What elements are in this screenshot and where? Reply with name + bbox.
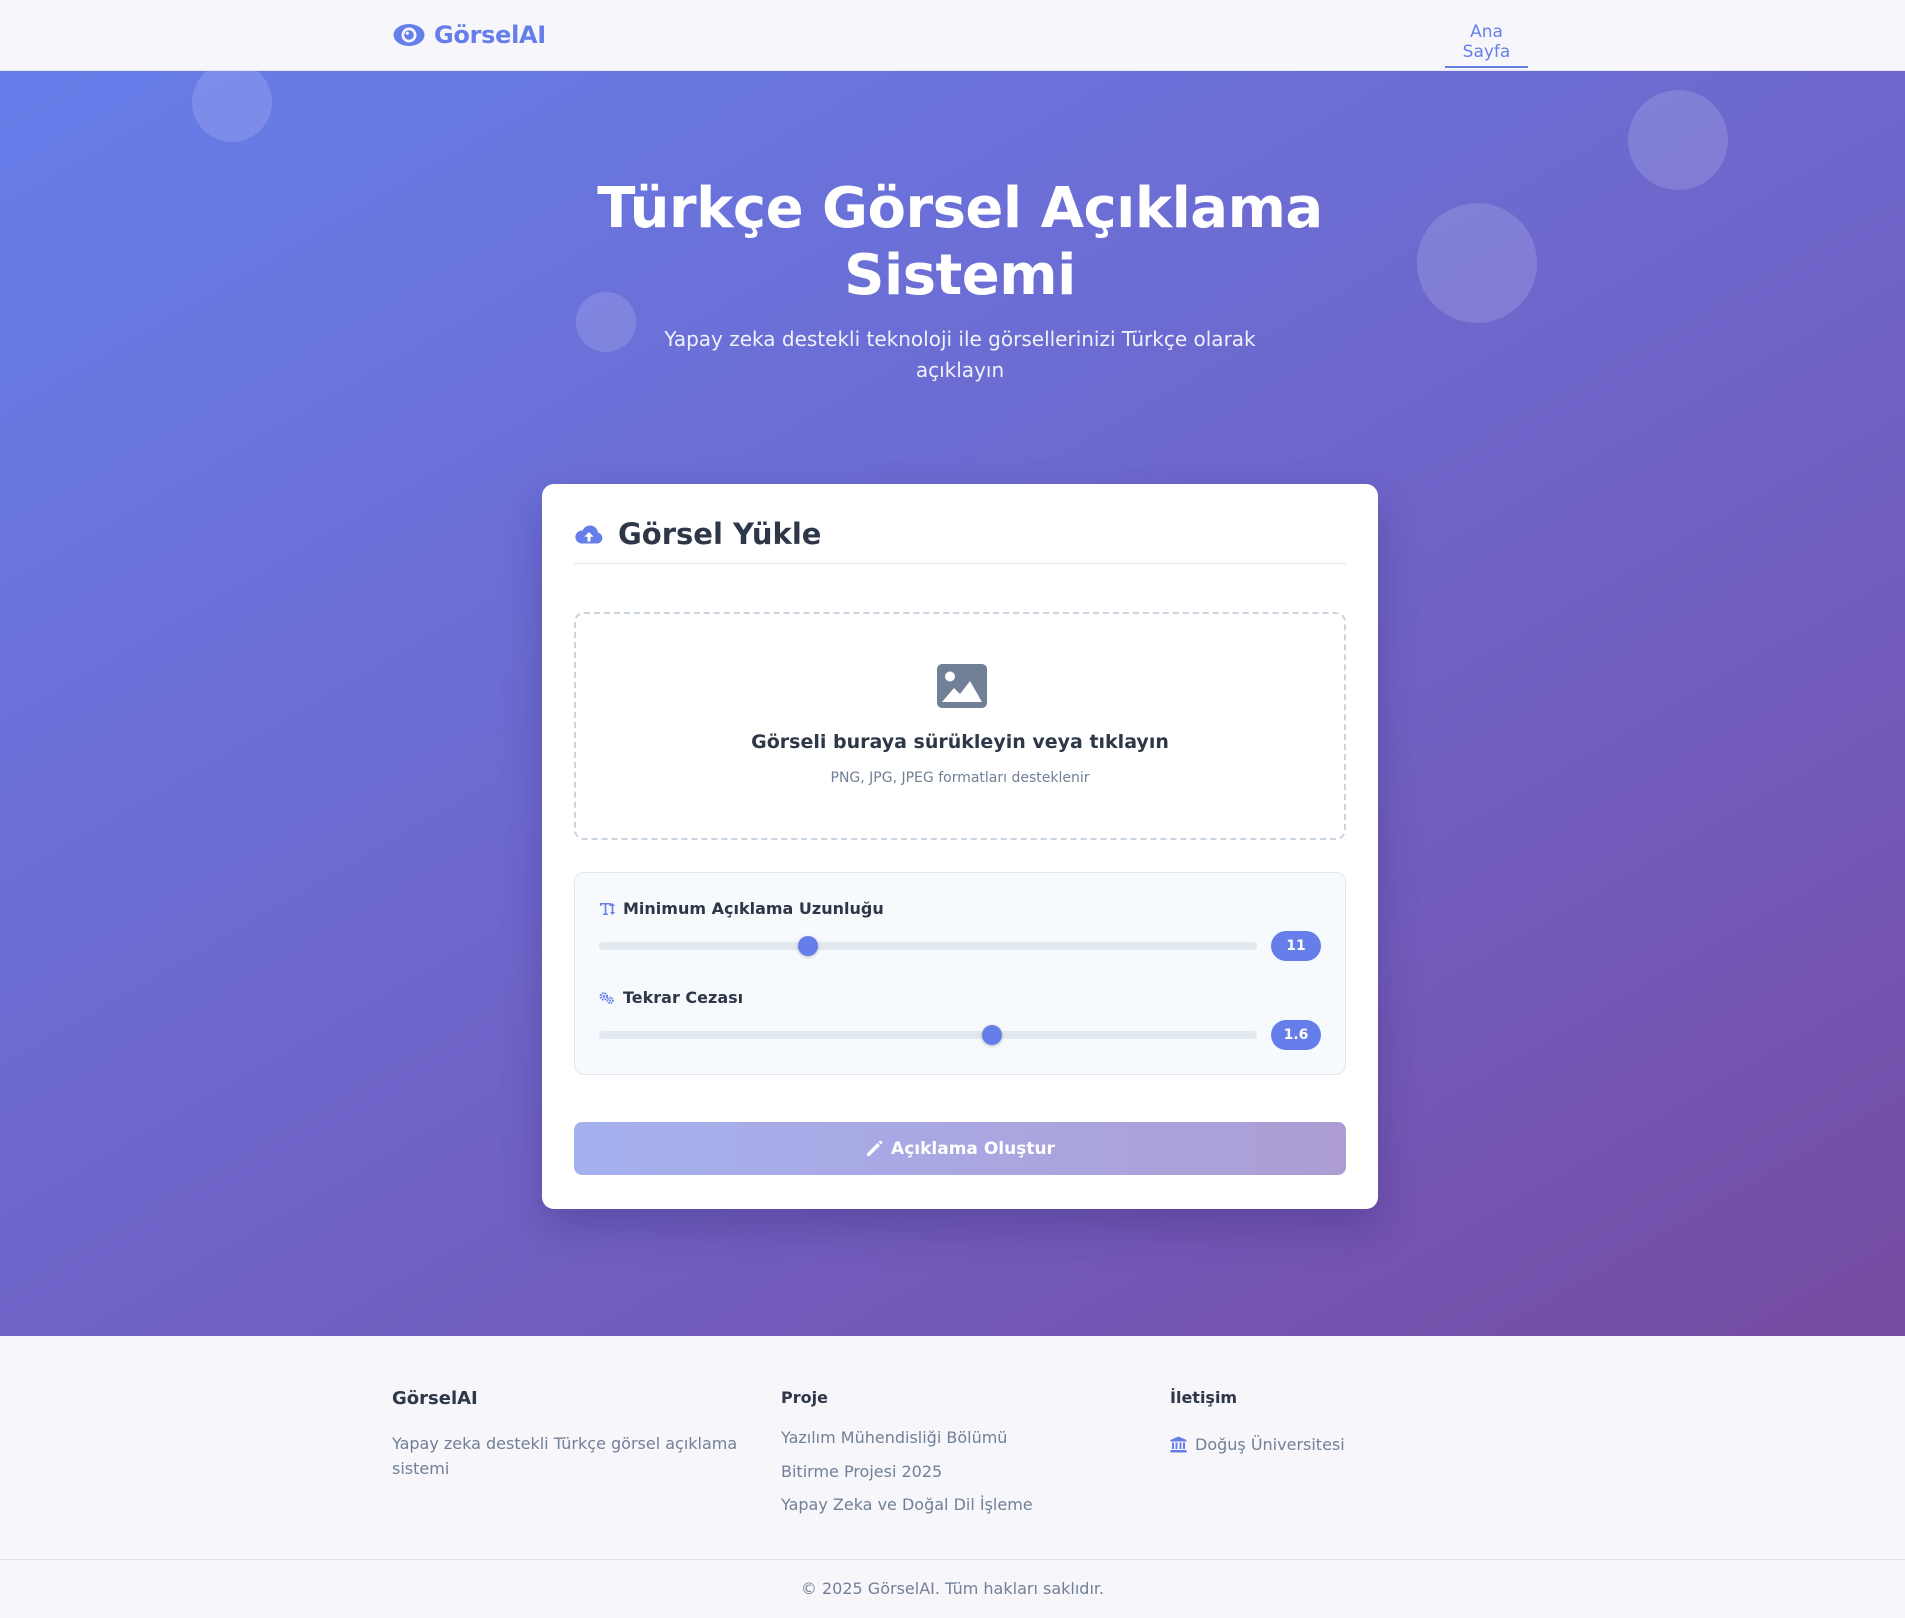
university-icon — [1170, 1436, 1187, 1453]
footer-project-column: Proje Yazılım Mühendisliği Bölümü Bitirm… — [781, 1388, 1121, 1529]
hero-section: Türkçe Görsel Açıklama Sistemi Yapay zek… — [0, 71, 1905, 1336]
hero-subtitle: Yapay zeka destekli teknoloji ile görsel… — [664, 327, 1256, 382]
repeat-penalty-value: 1.6 — [1271, 1020, 1321, 1050]
footer-contact-heading: İletişim — [1170, 1388, 1238, 1407]
generate-description-button[interactable]: Açıklama Oluştur — [574, 1122, 1346, 1175]
decorative-bubble — [1628, 90, 1728, 190]
footer-project-item: Yapay Zeka ve Doğal Dil İşleme — [781, 1495, 1033, 1514]
footer-copyright: © 2025 GörselAI. Tüm hakları saklıdır. — [0, 1559, 1905, 1618]
setting-label-text: Tekrar Cezası — [623, 988, 744, 1007]
decorative-bubble — [192, 71, 272, 142]
brand-name: GörselAI — [434, 21, 546, 49]
footer-project-item: Yazılım Mühendisliği Bölümü — [781, 1428, 1008, 1447]
card-header: Görsel Yükle — [574, 514, 1346, 564]
footer-brand-heading: GörselAI — [392, 1388, 478, 1409]
pencil-icon — [867, 1140, 883, 1156]
slider-thumb[interactable] — [798, 936, 819, 956]
hero-title: Türkçe Görsel Açıklama Sistemi — [597, 176, 1323, 308]
upload-card: Görsel Yükle Görseli buraya sürükleyin v… — [542, 484, 1378, 1209]
brand-logo[interactable]: GörselAI — [392, 18, 546, 52]
cogs-icon — [599, 991, 614, 1004]
eye-icon — [393, 24, 425, 46]
text-height-icon — [600, 902, 615, 915]
nav-link-home[interactable]: Ana Sayfa — [1445, 22, 1528, 68]
footer-contact-column: İletişim Doğuş Üniversitesi — [1170, 1388, 1510, 1462]
cloud-upload-icon — [575, 525, 603, 544]
footer-university-name: Doğuş Üniversitesi — [1195, 1434, 1345, 1454]
decorative-bubble — [1417, 203, 1537, 323]
footer-brand-column: GörselAI Yapay zeka destekli Türkçe görs… — [392, 1388, 752, 1481]
repeat-penalty-slider[interactable] — [599, 1025, 1257, 1045]
navbar: GörselAI Ana Sayfa — [0, 0, 1905, 71]
dropzone-hint: PNG, JPG, JPEG formatları desteklenir — [830, 770, 1090, 786]
min-length-slider[interactable] — [599, 936, 1257, 956]
footer-project-item: Bitirme Projesi 2025 — [781, 1461, 943, 1481]
dropzone-text: Görseli buraya sürükleyin veya tıklayın — [751, 731, 1169, 753]
image-icon — [937, 664, 987, 708]
footer-contact-list: Doğuş Üniversitesi — [1170, 1428, 1510, 1462]
footer-brand-description: Yapay zeka destekli Türkçe görsel açıkla… — [392, 1434, 738, 1478]
setting-label-text: Minimum Açıklama Uzunluğu — [623, 899, 884, 918]
settings-panel: Minimum Açıklama Uzunluğu 11 Tekrar Ceza… — [574, 872, 1346, 1075]
slider-thumb[interactable] — [981, 1025, 1002, 1045]
image-dropzone[interactable]: Görseli buraya sürükleyin veya tıklayın … — [574, 612, 1346, 840]
generate-button-label: Açıklama Oluştur — [891, 1138, 1055, 1159]
footer: GörselAI Yapay zeka destekli Türkçe görs… — [0, 1336, 1905, 1618]
setting-label-min-length: Minimum Açıklama Uzunluğu — [599, 899, 884, 918]
min-length-value: 11 — [1271, 931, 1321, 961]
footer-project-heading: Proje — [781, 1388, 828, 1407]
footer-project-list: Yazılım Mühendisliği Bölümü Bitirme Proj… — [781, 1428, 1121, 1529]
setting-label-repeat-penalty: Tekrar Cezası — [599, 988, 743, 1007]
card-title: Görsel Yükle — [618, 517, 822, 551]
footer-contact-item: Doğuş Üniversitesi — [1170, 1428, 1510, 1462]
